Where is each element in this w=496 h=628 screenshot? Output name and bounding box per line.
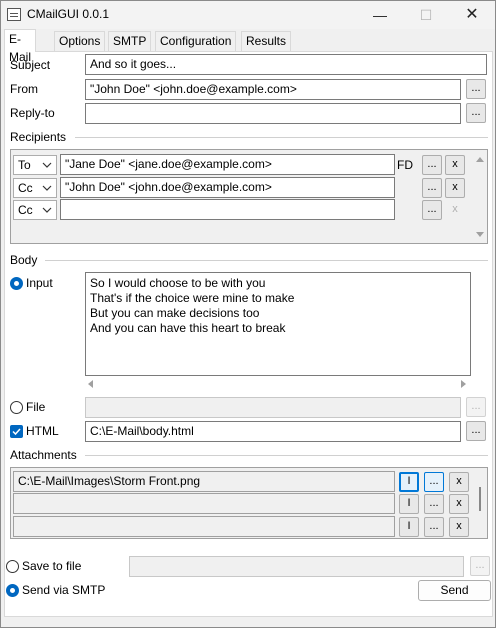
recipients-label: Recipients (10, 130, 67, 144)
chevron-down-icon (42, 162, 52, 168)
body-line: That's if the choice were mine to make (90, 291, 295, 305)
replyto-browse-button[interactable]: ... (466, 103, 486, 123)
recipient-type-select-1[interactable]: To (13, 155, 57, 175)
send-button[interactable]: Send (418, 580, 491, 601)
replyto-input[interactable] (85, 103, 461, 124)
body-hscrollbar[interactable] (87, 379, 471, 389)
tab-smtp[interactable]: SMTP (108, 31, 152, 51)
tab-configuration[interactable]: Configuration (155, 31, 237, 51)
html-checkbox[interactable] (10, 425, 23, 438)
minimize-button[interactable]: — (357, 1, 403, 29)
from-label: From (10, 82, 38, 96)
body-textarea[interactable]: So I would choose to be with you That's … (85, 272, 471, 376)
attachment-browse-button-2[interactable]: ... (424, 494, 444, 514)
subject-input[interactable]: And so it goes... (85, 54, 487, 75)
recipient-address-input-2[interactable]: "John Doe" <john.doe@example.com> (60, 177, 395, 198)
recipient-type-value: Cc (18, 181, 33, 195)
title-bar[interactable]: CMailGUI 0.0.1 — ☐ ✕ (1, 1, 495, 29)
attachment-path-3[interactable] (13, 516, 395, 537)
recipient-type-select-2[interactable]: Cc (13, 178, 57, 198)
html-label: HTML (26, 424, 59, 438)
save-browse-button[interactable]: ... (470, 556, 490, 576)
body-divider (45, 260, 488, 261)
fd-label: FD (397, 158, 413, 172)
chevron-down-icon (42, 185, 52, 191)
tab-email[interactable]: E-Mail (4, 29, 37, 64)
chevron-down-icon (42, 207, 52, 213)
body-line: And you can have this heart to break (90, 321, 286, 335)
window-title: CMailGUI 0.0.1 (27, 7, 110, 21)
recipient-type-select-3[interactable]: Cc (13, 200, 57, 220)
attachment-inline-button-3[interactable]: I (399, 517, 419, 537)
attachments-divider (85, 455, 488, 456)
attachment-path-1[interactable]: C:\E-Mail\Images\Storm Front.png (13, 471, 395, 492)
app-icon (7, 8, 21, 21)
save-path-input[interactable] (129, 556, 464, 577)
recipient-type-value: Cc (18, 203, 33, 217)
html-file-input[interactable]: C:\E-Mail\body.html (85, 421, 461, 442)
send-via-smtp-label: Send via SMTP (22, 583, 106, 597)
scroll-arrows-icon (476, 157, 484, 237)
attachments-scrollbar[interactable] (479, 487, 481, 511)
save-to-file-label: Save to file (22, 559, 82, 573)
attachments-label: Attachments (10, 448, 77, 462)
file-label: File (26, 400, 46, 414)
attachment-path-2[interactable] (13, 493, 395, 514)
replyto-label: Reply-to (10, 106, 55, 120)
recipient-address-input-1[interactable]: "Jane Doe" <jane.doe@example.com> (60, 154, 395, 175)
recipient-remove-button-2[interactable]: x (445, 178, 465, 198)
recipients-divider (75, 137, 488, 138)
recipient-type-value: To (18, 158, 31, 172)
maximize-button[interactable]: ☐ (403, 1, 449, 29)
body-line: So I would choose to be with you (90, 276, 266, 290)
attachment-remove-button-2[interactable]: x (449, 494, 469, 514)
tab-results[interactable]: Results (241, 31, 292, 51)
main-window: CMailGUI 0.0.1 — ☐ ✕ E-Mail Options SMTP… (0, 0, 496, 628)
recipient-browse-button-3[interactable]: ... (422, 200, 442, 220)
file-input[interactable] (85, 397, 461, 418)
recipient-browse-button-2[interactable]: ... (422, 178, 442, 198)
tab-options[interactable]: Options (54, 31, 106, 51)
file-radio[interactable] (10, 401, 23, 414)
attachment-browse-button-3[interactable]: ... (424, 517, 444, 537)
recipient-address-input-3[interactable] (60, 199, 395, 220)
close-button[interactable]: ✕ (449, 1, 495, 29)
save-to-file-radio[interactable] (6, 560, 19, 573)
checkmark-icon (12, 428, 21, 436)
from-input[interactable]: "John Doe" <john.doe@example.com> (85, 79, 461, 100)
input-radio[interactable] (10, 277, 23, 290)
attachment-remove-button-3[interactable]: x (449, 517, 469, 537)
recipient-remove-button-3[interactable]: x (445, 200, 465, 220)
attachment-inline-button-1[interactable]: I (399, 472, 419, 492)
html-browse-button[interactable]: ... (466, 421, 486, 441)
input-label: Input (26, 276, 53, 290)
recipient-remove-button-1[interactable]: x (445, 155, 465, 175)
recipient-browse-button-1[interactable]: ... (422, 155, 442, 175)
body-line: But you can make decisions too (90, 306, 260, 320)
send-via-smtp-radio[interactable] (6, 584, 19, 597)
from-browse-button[interactable]: ... (466, 79, 486, 99)
attachment-remove-button-1[interactable]: x (449, 472, 469, 492)
attachment-inline-button-2[interactable]: I (399, 494, 419, 514)
attachment-browse-button-1[interactable]: ... (424, 472, 444, 492)
file-browse-button[interactable]: ... (466, 397, 486, 417)
recipients-scrollbar[interactable] (475, 152, 485, 242)
body-label: Body (10, 253, 38, 267)
